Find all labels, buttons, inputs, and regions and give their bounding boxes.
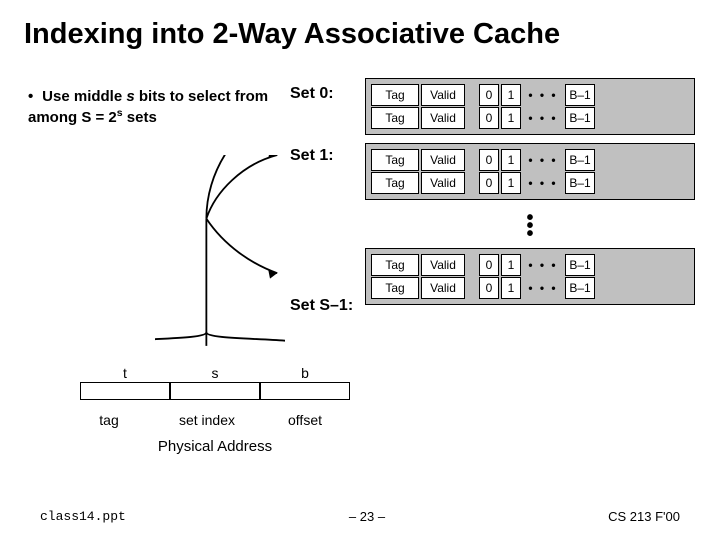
cache-line: Tag Valid 0 1 • • • B–1 <box>371 172 689 194</box>
byte-0: 0 <box>479 277 499 299</box>
address-bits-row <box>80 382 360 400</box>
addr-label-tag: tag <box>64 412 154 428</box>
valid-cell: Valid <box>421 107 465 129</box>
bullet-s: s <box>126 88 134 105</box>
byte-0: 0 <box>479 172 499 194</box>
byte-0: 0 <box>479 84 499 106</box>
ellipsis-icon: • • • <box>523 149 563 171</box>
byte-1: 1 <box>501 277 521 299</box>
footer-course: CS 213 F'00 <box>608 509 680 524</box>
cache-line: Tag Valid 0 1 • • • B–1 <box>371 149 689 171</box>
byte-0: 0 <box>479 107 499 129</box>
ellipsis-icon: • • • <box>523 107 563 129</box>
address-field-widths: t s b <box>80 365 360 381</box>
byte-last: B–1 <box>565 84 595 106</box>
byte-last: B–1 <box>565 107 595 129</box>
bullet-dot: • <box>28 88 38 107</box>
slide-title: Indexing into 2-Way Associative Cache <box>0 0 720 51</box>
spacer <box>467 172 477 194</box>
addr-width-t: t <box>80 365 170 381</box>
spacer <box>467 107 477 129</box>
addr-width-b: b <box>260 365 350 381</box>
valid-cell: Valid <box>421 277 465 299</box>
addr-field-tag <box>80 382 170 400</box>
footer-filename: class14.ppt <box>40 509 126 524</box>
address-field-labels: tag set index offset <box>80 412 360 428</box>
byte-last: B–1 <box>565 149 595 171</box>
valid-cell: Valid <box>421 149 465 171</box>
valid-cell: Valid <box>421 172 465 194</box>
ellipsis-icon: • • • <box>523 172 563 194</box>
bullet-pre: Use middle <box>42 88 126 105</box>
byte-1: 1 <box>501 107 521 129</box>
cache-line: Tag Valid 0 1 • • • B–1 <box>371 107 689 129</box>
ellipsis-icon: • • • <box>523 277 563 299</box>
byte-1: 1 <box>501 84 521 106</box>
spacer <box>467 149 477 171</box>
tag-cell: Tag <box>371 277 419 299</box>
spacer <box>467 254 477 276</box>
byte-0: 0 <box>479 149 499 171</box>
addr-label-setindex: set index <box>154 412 260 428</box>
tag-cell: Tag <box>371 149 419 171</box>
addr-width-s: s <box>170 365 260 381</box>
spacer <box>467 84 477 106</box>
set-box-0: Tag Valid 0 1 • • • B–1 Tag Valid 0 1 • … <box>365 78 695 135</box>
set-label-0: Set 0: <box>290 85 353 147</box>
tag-cell: Tag <box>371 254 419 276</box>
set-labels-column: Set 0: Set 1: Set S–1: <box>290 85 353 359</box>
footer-page: – 23 – <box>349 509 385 524</box>
set-label-last: Set S–1: <box>290 297 353 359</box>
set-box-last: Tag Valid 0 1 • • • B–1 Tag Valid 0 1 • … <box>365 248 695 305</box>
bullet-text: • Use middle s bits to select from among… <box>28 88 278 128</box>
set-label-1: Set 1: <box>290 147 353 207</box>
vertical-ellipsis-icon: ••• <box>365 208 695 248</box>
addr-field-set <box>170 382 260 400</box>
physical-address-label: Physical Address <box>80 438 350 455</box>
valid-cell: Valid <box>421 84 465 106</box>
byte-last: B–1 <box>565 277 595 299</box>
cache-line: Tag Valid 0 1 • • • B–1 <box>371 277 689 299</box>
byte-1: 1 <box>501 149 521 171</box>
slide-footer: class14.ppt – 23 – CS 213 F'00 <box>0 509 720 524</box>
valid-cell: Valid <box>421 254 465 276</box>
tag-cell: Tag <box>371 107 419 129</box>
address-diagram: t s b tag set index offset Physical Addr… <box>80 365 360 455</box>
addr-label-offset: offset <box>260 412 350 428</box>
set-box-1: Tag Valid 0 1 • • • B–1 Tag Valid 0 1 • … <box>365 143 695 200</box>
tag-cell: Tag <box>371 84 419 106</box>
cache-column: Tag Valid 0 1 • • • B–1 Tag Valid 0 1 • … <box>365 78 695 313</box>
index-arrow-diagram <box>155 155 285 355</box>
byte-last: B–1 <box>565 172 595 194</box>
ellipsis-icon: • • • <box>523 254 563 276</box>
bullet-post: sets <box>123 109 157 126</box>
byte-last: B–1 <box>565 254 595 276</box>
tag-cell: Tag <box>371 172 419 194</box>
addr-field-offset <box>260 382 350 400</box>
ellipsis-icon: • • • <box>523 84 563 106</box>
spacer <box>467 277 477 299</box>
cache-line: Tag Valid 0 1 • • • B–1 <box>371 254 689 276</box>
cache-line: Tag Valid 0 1 • • • B–1 <box>371 84 689 106</box>
byte-0: 0 <box>479 254 499 276</box>
byte-1: 1 <box>501 172 521 194</box>
byte-1: 1 <box>501 254 521 276</box>
